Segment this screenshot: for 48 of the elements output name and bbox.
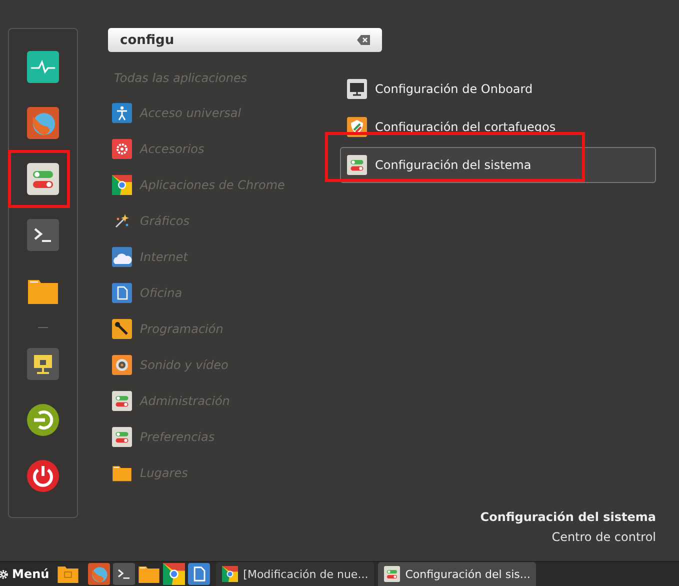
terminal-icon: [113, 563, 136, 585]
launcher-button[interactable]: [188, 563, 210, 585]
favorite-button[interactable]: [25, 458, 61, 494]
window-button[interactable]: Configuración del sis...: [378, 562, 536, 586]
description-title: Configuración del sistema: [479, 509, 656, 526]
favorite-button[interactable]: [25, 402, 61, 438]
logout-icon: [27, 404, 59, 436]
terminal-icon: [27, 219, 59, 251]
result-item[interactable]: Configuración del cortafuegos: [340, 109, 656, 145]
menu-button[interactable]: Menú: [0, 562, 52, 586]
monitor-icon: [347, 79, 367, 99]
chrome-icon: [163, 563, 186, 585]
toggles-icon: [384, 566, 400, 582]
toggles-icon: [112, 391, 132, 411]
wrench-icon: [112, 319, 132, 339]
globe-icon: [27, 107, 59, 139]
favorite-button[interactable]: [25, 49, 61, 85]
toggles-icon: [347, 155, 367, 175]
window-button[interactable]: [Modificación de nue...: [216, 562, 374, 586]
result-item[interactable]: Configuración del sistema: [340, 147, 656, 183]
launcher-button[interactable]: [88, 563, 110, 585]
speaker-icon: [112, 355, 132, 375]
document-icon: [112, 283, 132, 303]
chrome-icon: [222, 566, 238, 582]
favorite-button[interactable]: [25, 217, 61, 253]
lock-screen-icon: [27, 348, 59, 380]
globe-icon: [88, 563, 110, 585]
toggles-icon: [27, 163, 59, 195]
chrome-icon: [112, 175, 132, 195]
gear-icon: [0, 568, 9, 580]
accessibility-icon: [112, 103, 132, 123]
cloud-icon: [112, 247, 132, 267]
favorite-button[interactable]: [25, 161, 61, 197]
favorite-button[interactable]: [25, 346, 61, 382]
favorite-button[interactable]: [25, 105, 61, 141]
launcher-button[interactable]: [163, 563, 186, 585]
search-field[interactable]: configu: [108, 28, 382, 52]
pulse-icon: [27, 51, 59, 83]
clear-icon[interactable]: [357, 35, 370, 45]
result-item[interactable]: Configuración de Onboard: [340, 71, 656, 107]
toggles-icon: [112, 427, 132, 447]
document-icon: [188, 563, 210, 585]
launcher-button[interactable]: [113, 563, 136, 585]
highlight-frame: [8, 150, 70, 208]
folder-icon: [112, 463, 132, 483]
gear-icon: [112, 139, 132, 159]
description-subtitle: Centro de control: [550, 529, 656, 546]
power-icon: [27, 460, 59, 492]
